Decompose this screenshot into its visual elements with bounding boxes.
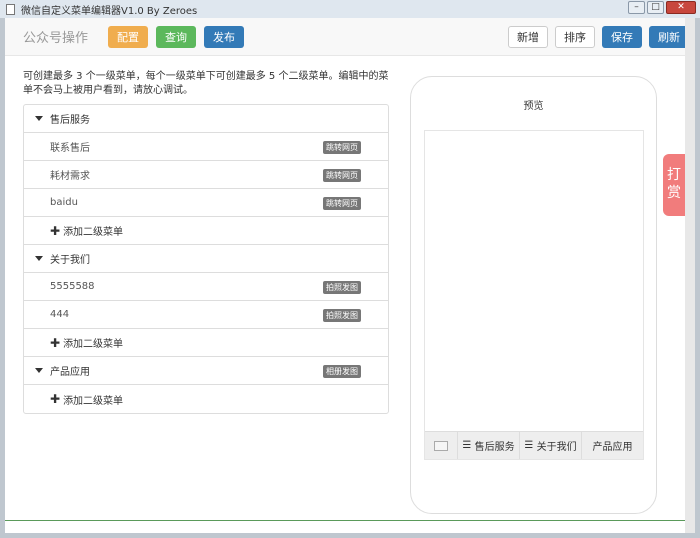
caret-down-icon: [35, 368, 43, 373]
keyboard-icon: [434, 440, 448, 451]
submenu-label: 5555588: [50, 281, 95, 292]
keyboard-toggle[interactable]: [425, 432, 458, 459]
preview-menu-label: 产品应用: [592, 442, 633, 453]
menu-label: 售后服务: [50, 115, 90, 126]
preview-title: 预览: [523, 101, 544, 112]
preview-menu-label: 关于我们: [536, 442, 577, 453]
add-submenu-label: 添加二级菜单: [63, 339, 124, 350]
client-area: 公众号操作 配置 查询 发布 新增 排序 保存 刷新 可创建最多 3 个一级菜单…: [5, 18, 695, 533]
preview-menu[interactable]: ☰ 售后服务: [458, 432, 520, 459]
publish-button[interactable]: 发布: [204, 25, 245, 48]
add-submenu-label: 添加二级菜单: [63, 395, 124, 407]
submenu-item[interactable]: 耗材需求 跳转网页: [24, 161, 388, 189]
plus-icon: ✚: [50, 335, 61, 350]
menu-item[interactable]: 关于我们: [24, 245, 388, 273]
description: 可创建最多 3 个一级菜单，每个一级菜单下可创建最多 5 个二级菜单。编辑中的菜…: [23, 71, 389, 96]
preview-menu[interactable]: ☰ 关于我们: [520, 432, 582, 459]
close-button[interactable]: ✕: [666, 1, 696, 14]
add-submenu-label: 添加二级菜单: [63, 227, 124, 238]
type-badge: 拍照发图: [323, 309, 361, 322]
type-badge: 跳转网页: [323, 197, 361, 210]
add-submenu-button[interactable]: ✚ 添加二级菜单: [24, 329, 388, 357]
submenu-item[interactable]: 5555588 拍照发图: [24, 273, 388, 301]
query-button[interactable]: 查询: [156, 25, 197, 48]
hamburger-icon: ☰: [524, 440, 534, 451]
preview-menubar: ☰ 售后服务 ☰ 关于我们 产品应用: [425, 431, 643, 459]
submenu-label: baidu: [50, 197, 78, 208]
type-badge: 相册发图: [323, 365, 361, 378]
brand: 公众号操作: [23, 31, 89, 46]
save-button[interactable]: 保存: [602, 26, 642, 48]
menu-list: 售后服务 联系售后 跳转网页 耗材需求 跳转网页 baidu 跳转网页 ✚ 添加二级菜单…: [23, 104, 389, 414]
plus-icon: ✚: [50, 392, 61, 406]
menu-item[interactable]: 售后服务: [24, 105, 388, 133]
menu-label: 关于我们: [50, 255, 90, 266]
refresh-button[interactable]: 刷新: [649, 26, 689, 48]
add-button[interactable]: 新增: [508, 26, 548, 48]
navbar: 公众号操作 配置 查询 发布 新增 排序 保存 刷新: [5, 18, 695, 56]
preview-menu-label: 售后服务: [474, 442, 515, 453]
submenu-item[interactable]: baidu 跳转网页: [24, 189, 388, 217]
type-badge: 拍照发图: [323, 281, 361, 294]
submenu-label: 耗材需求: [50, 171, 90, 182]
submenu-item[interactable]: 444 拍照发图: [24, 301, 388, 329]
submenu-label: 联系售后: [50, 143, 90, 154]
type-badge: 跳转网页: [323, 169, 361, 182]
tip-button[interactable]: 打赏: [663, 154, 685, 216]
caret-down-icon: [35, 116, 43, 121]
type-badge: 跳转网页: [323, 141, 361, 154]
plus-icon: ✚: [50, 223, 61, 238]
phone-preview: 预览 ☰ 售后服务 ☰ 关于我们 产品应用: [410, 76, 657, 514]
maximize-button[interactable]: □: [647, 1, 664, 14]
preview-menu[interactable]: 产品应用: [582, 432, 643, 459]
scrollbar[interactable]: [685, 18, 695, 533]
preview-screen: ☰ 售后服务 ☰ 关于我们 产品应用: [424, 130, 644, 460]
divider: [5, 520, 695, 521]
menu-item[interactable]: 产品应用 相册发图: [24, 357, 388, 385]
add-submenu-button[interactable]: ✚ 添加二级菜单: [24, 385, 388, 413]
hamburger-icon: ☰: [462, 440, 472, 451]
menu-label: 产品应用: [50, 367, 90, 378]
minimize-button[interactable]: –: [628, 1, 645, 14]
title-bar: 微信自定义菜单编辑器V1.0 By Zeroes – □ ✕: [0, 0, 700, 18]
submenu-label: 444: [50, 309, 70, 320]
document-icon: [6, 3, 15, 15]
caret-down-icon: [35, 256, 43, 261]
window-title: 微信自定义菜单编辑器V1.0 By Zeroes: [21, 5, 198, 17]
config-button[interactable]: 配置: [108, 25, 149, 48]
add-submenu-button[interactable]: ✚ 添加二级菜单: [24, 217, 388, 245]
sort-button[interactable]: 排序: [555, 26, 595, 48]
submenu-item[interactable]: 联系售后 跳转网页: [24, 133, 388, 161]
